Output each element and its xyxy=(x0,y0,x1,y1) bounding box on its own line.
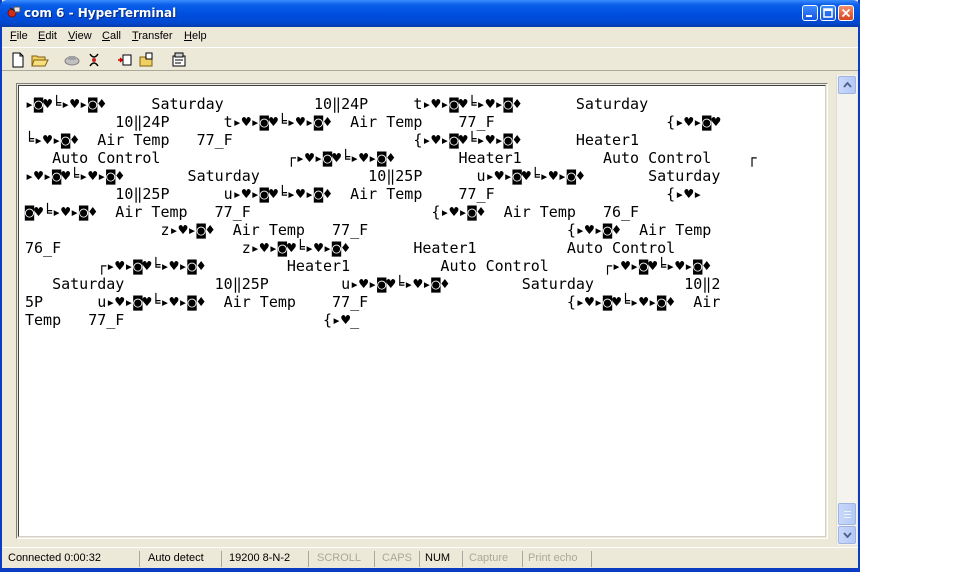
status-caps: CAPS xyxy=(378,551,420,567)
status-bar: Connected 0:00:32 Auto detect 19200 8-N-… xyxy=(2,547,858,568)
status-detect: Auto detect xyxy=(144,551,222,567)
terminal-line: ┌▸♥▸◙♥╘▸♥▸◙♦ Heater1 Auto Control ┌▸♥▸◙♥… xyxy=(25,257,712,275)
menu-file[interactable]: File xyxy=(10,30,28,42)
minimize-button[interactable] xyxy=(802,5,818,21)
terminal-line: 10‖25P u▸♥▸◙♥╘▸♥▸◙♦ Air Temp 77_F {▸♥▸ xyxy=(25,185,703,203)
terminal-line: Auto Control ┌▸♥▸◙♥╘▸♥▸◙♦ Heater1 Auto C… xyxy=(25,149,757,167)
open-folder-icon[interactable] xyxy=(30,51,49,69)
menu-bar: File Edit View Call Transfer Help xyxy=(2,27,858,47)
terminal-line: Saturday 10‖25P u▸♥▸◙♥╘▸♥▸◙♦ Saturday 10… xyxy=(25,275,721,293)
status-settings: 19200 8-N-2 xyxy=(225,551,309,567)
window-bottom-border xyxy=(0,568,860,572)
menu-edit[interactable]: Edit xyxy=(38,30,57,42)
status-capture: Capture xyxy=(465,551,523,567)
scroll-up-button[interactable] xyxy=(838,76,856,94)
new-document-icon[interactable] xyxy=(10,51,28,69)
status-scroll: SCROLL xyxy=(313,551,375,567)
terminal-client-area: ▸◙♥╘▸♥▸◙♦ Saturday 10‖24P t▸♥▸◙♥╘▸♥▸◙♦ S… xyxy=(2,73,858,547)
status-num: NUM xyxy=(421,551,463,567)
scroll-thumb[interactable] xyxy=(838,503,856,525)
menu-call[interactable]: Call xyxy=(102,30,121,42)
maximize-button[interactable] xyxy=(820,5,836,21)
disconnect-icon[interactable] xyxy=(86,51,104,69)
close-button[interactable] xyxy=(838,5,854,21)
vertical-scrollbar[interactable] xyxy=(836,75,857,545)
status-print-echo: Print echo xyxy=(524,551,592,567)
terminal-line: ▸◙♥╘▸♥▸◙♦ Saturday 10‖24P t▸♥▸◙♥╘▸♥▸◙♦ S… xyxy=(25,95,649,113)
title-bar[interactable]: com 6 - HyperTerminal xyxy=(0,0,860,27)
scroll-down-button[interactable] xyxy=(838,526,856,544)
status-connected: Connected 0:00:32 xyxy=(4,551,140,567)
call-icon[interactable] xyxy=(62,51,80,69)
menu-view[interactable]: View xyxy=(68,30,92,42)
hyperterminal-window: com 6 - HyperTerminal File Edit View Cal… xyxy=(0,0,860,572)
menu-help[interactable]: Help xyxy=(184,30,207,42)
terminal-line: Temp 77_F {▸♥_ xyxy=(25,311,360,329)
terminal-line: z▸♥▸◙♦ Air Temp 77_F {▸♥▸◙♦ Air Temp xyxy=(25,221,712,239)
terminal-line: 10‖24P t▸♥▸◙♥╘▸♥▸◙♦ Air Temp 77_F {▸♥▸◙♥ xyxy=(25,113,721,131)
terminal-screen[interactable]: ▸◙♥╘▸♥▸◙♦ Saturday 10‖24P t▸♥▸◙♥╘▸♥▸◙♦ S… xyxy=(18,85,826,537)
toolbar xyxy=(2,47,858,71)
send-icon[interactable] xyxy=(116,51,134,69)
receive-icon[interactable] xyxy=(138,51,156,69)
terminal-line: 76_F z▸♥▸◙♥╘▸♥▸◙♦ Heater1 Auto Control xyxy=(25,239,676,257)
properties-icon[interactable] xyxy=(170,51,188,69)
terminal-output: ▸◙♥╘▸♥▸◙♦ Saturday 10‖24P t▸♥▸◙♥╘▸♥▸◙♦ S… xyxy=(25,95,757,329)
window-title: com 6 - HyperTerminal xyxy=(24,6,177,20)
hyperterminal-app-icon[interactable] xyxy=(7,5,21,19)
terminal-line: 5P u▸♥▸◙♥╘▸♥▸◙♦ Air Temp 77_F {▸♥▸◙♥╘▸♥▸… xyxy=(25,293,721,311)
menu-transfer[interactable]: Transfer xyxy=(132,30,173,42)
terminal-line: ◙♥╘▸♥▸◙♦ Air Temp 77_F {▸♥▸◙♦ Air Temp 7… xyxy=(25,203,640,221)
terminal-line: ╘▸♥▸◙♦ Air Temp 77_F {▸♥▸◙♥╘▸♥▸◙♦ Heater… xyxy=(25,131,640,149)
terminal-line: ▸♥▸◙♥╘▸♥▸◙♦ Saturday 10‖25P u▸♥▸◙♥╘▸♥▸◙♦… xyxy=(25,167,721,185)
